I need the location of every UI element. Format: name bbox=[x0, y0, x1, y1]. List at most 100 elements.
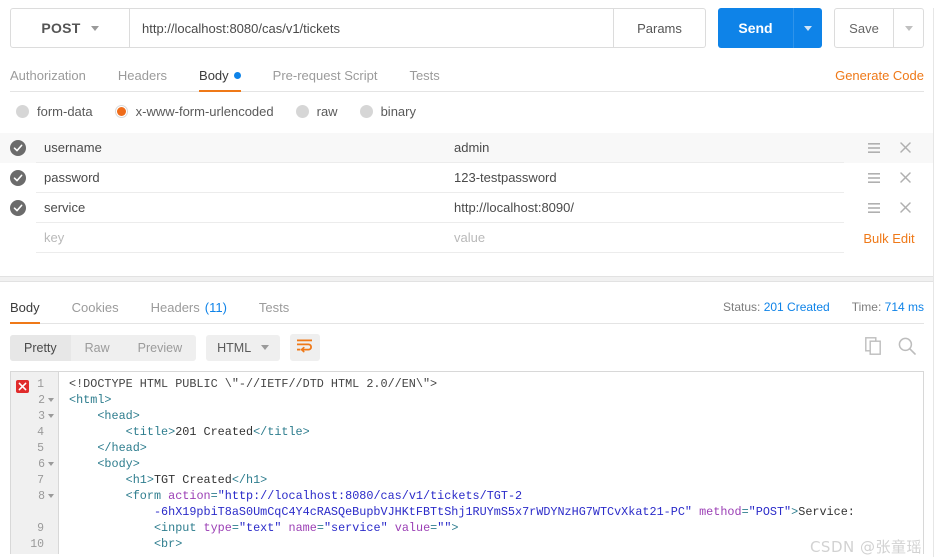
row-enabled-checkbox[interactable] bbox=[0, 200, 36, 216]
line-number: 8 bbox=[38, 489, 45, 503]
table-row: username admin bbox=[0, 133, 934, 163]
row-enabled-checkbox[interactable] bbox=[0, 140, 36, 156]
fold-toggle-icon[interactable] bbox=[48, 398, 54, 402]
status-value: 201 Created bbox=[763, 300, 830, 314]
wrap-lines-icon bbox=[297, 339, 313, 356]
tab-label: Headers bbox=[117, 68, 168, 83]
http-method-label: POST bbox=[41, 20, 81, 36]
tab-label: Headers bbox=[150, 300, 200, 315]
code-line: -6hX19pbiT8aS0UmCqC4Y4cRASQeBupbVJHKtFBT… bbox=[153, 505, 855, 519]
chevron-down-icon bbox=[261, 345, 270, 350]
save-options-button[interactable] bbox=[894, 8, 924, 48]
row-value-input[interactable]: http://localhost:8090/ bbox=[446, 193, 844, 223]
row-key-input[interactable]: service bbox=[36, 193, 446, 223]
gutter-line: 9 bbox=[11, 520, 58, 536]
send-button-group: Send bbox=[718, 8, 822, 48]
send-button[interactable]: Send bbox=[718, 8, 793, 48]
response-pane: Body Cookies Headers (11) Tests Status: … bbox=[0, 290, 934, 554]
generate-code-link[interactable]: Generate Code bbox=[835, 68, 924, 91]
tab-tests[interactable]: Tests bbox=[393, 68, 455, 91]
radio-label: raw bbox=[316, 104, 338, 119]
url-bar: POST http://localhost:8080/cas/v1/ticket… bbox=[10, 8, 924, 48]
response-tab-tests[interactable]: Tests bbox=[243, 300, 305, 323]
tab-pre-request-script[interactable]: Pre-request Script bbox=[257, 68, 394, 91]
tab-headers[interactable]: Headers bbox=[102, 68, 183, 91]
radio-selected-icon bbox=[114, 105, 128, 118]
response-tab-body[interactable]: Body bbox=[10, 300, 56, 324]
time-value: 714 ms bbox=[884, 300, 924, 314]
code-content[interactable]: <!DOCTYPE HTML PUBLIC \"-//IETF//DTD HTM… bbox=[59, 372, 923, 554]
language-selector[interactable]: HTML bbox=[206, 334, 281, 361]
status-label: Status: bbox=[722, 300, 761, 314]
close-icon[interactable] bbox=[899, 201, 911, 216]
bulk-edit-link[interactable]: Bulk Edit bbox=[844, 231, 934, 246]
radio-binary[interactable]: binary bbox=[359, 104, 416, 119]
close-icon[interactable] bbox=[899, 171, 911, 186]
gutter-line: 6 bbox=[11, 456, 58, 472]
table-row-empty: key value Bulk Edit bbox=[0, 223, 934, 253]
code-line: </head> bbox=[97, 441, 147, 455]
headers-count: (11) bbox=[204, 300, 227, 315]
radio-form-data[interactable]: form-data bbox=[16, 104, 93, 119]
row-value-input[interactable]: 123-testpassword bbox=[446, 163, 844, 193]
code-line: <!DOCTYPE HTML PUBLIC \"-//IETF//DTD HTM… bbox=[69, 377, 438, 391]
send-options-button[interactable] bbox=[793, 8, 822, 48]
tab-body[interactable]: Body bbox=[183, 68, 257, 92]
line-number: 6 bbox=[38, 457, 45, 471]
fold-toggle-icon[interactable] bbox=[48, 462, 54, 466]
code-line: <input type="text" name="service" value=… bbox=[153, 521, 459, 535]
gutter-line: 5 bbox=[11, 440, 58, 456]
row-actions bbox=[844, 141, 934, 156]
line-number: 9 bbox=[37, 521, 44, 535]
tab-label: Pre-request Script bbox=[272, 68, 378, 83]
radio-icon bbox=[359, 105, 373, 118]
code-line: <html> bbox=[69, 393, 112, 407]
save-button[interactable]: Save bbox=[834, 8, 894, 48]
view-mode-pretty[interactable]: Pretty bbox=[10, 334, 71, 361]
response-meta: Status: 201 Created Time: 714 ms bbox=[723, 300, 924, 323]
postman-window: POST http://localhost:8080/cas/v1/ticket… bbox=[0, 8, 934, 557]
code-line: <head> bbox=[97, 409, 140, 423]
pane-divider[interactable] bbox=[0, 276, 934, 282]
tab-authorization[interactable]: Authorization bbox=[10, 68, 102, 91]
close-icon[interactable] bbox=[899, 141, 911, 156]
gutter-line: 2 bbox=[11, 392, 58, 408]
code-line: <body> bbox=[97, 457, 140, 471]
body-type-radio-group: form-data x-www-form-urlencoded raw bina… bbox=[0, 92, 934, 119]
response-tab-cookies[interactable]: Cookies bbox=[56, 300, 135, 323]
gutter-line: 7 bbox=[11, 472, 58, 488]
gutter-line: 11 bbox=[11, 552, 58, 555]
line-number: 7 bbox=[37, 473, 44, 487]
row-value-input[interactable]: admin bbox=[446, 133, 844, 163]
radio-x-www-form-urlencoded[interactable]: x-www-form-urlencoded bbox=[114, 104, 274, 119]
tab-label: Authorization bbox=[10, 68, 86, 83]
row-enabled-checkbox[interactable] bbox=[0, 170, 36, 186]
wrap-lines-button[interactable] bbox=[290, 334, 321, 361]
check-icon bbox=[10, 140, 26, 156]
url-input[interactable]: http://localhost:8080/cas/v1/tickets bbox=[130, 8, 614, 48]
new-row-key-input[interactable]: key bbox=[36, 223, 446, 253]
response-toolbar-actions bbox=[865, 337, 924, 358]
fold-toggle-icon[interactable] bbox=[48, 494, 54, 498]
list-menu-icon[interactable] bbox=[867, 141, 880, 156]
http-method-selector[interactable]: POST bbox=[10, 8, 130, 48]
fold-toggle-icon[interactable] bbox=[48, 414, 54, 418]
view-mode-raw[interactable]: Raw bbox=[71, 335, 124, 361]
radio-raw[interactable]: raw bbox=[295, 104, 338, 119]
search-icon[interactable] bbox=[898, 337, 916, 358]
response-code-viewer[interactable]: 1 2 3 4 5 6 7 8 9 10 <!DOCTYPE HTML PUBL… bbox=[10, 371, 924, 554]
response-tab-headers[interactable]: Headers (11) bbox=[135, 300, 243, 323]
line-number: 1 bbox=[37, 377, 44, 391]
list-menu-icon[interactable] bbox=[867, 201, 880, 216]
params-button[interactable]: Params bbox=[614, 8, 706, 48]
gutter-line: 3 bbox=[11, 408, 58, 424]
code-line: <h1>TGT Created</h1> bbox=[125, 473, 268, 487]
list-menu-icon[interactable] bbox=[867, 171, 880, 186]
tab-label: Body bbox=[199, 68, 229, 83]
view-mode-preview[interactable]: Preview bbox=[124, 335, 196, 361]
copy-icon[interactable] bbox=[865, 337, 882, 358]
tab-label: Cookies bbox=[71, 300, 119, 315]
row-key-input[interactable]: username bbox=[36, 133, 446, 163]
row-key-input[interactable]: password bbox=[36, 163, 446, 193]
new-row-value-input[interactable]: value bbox=[446, 223, 844, 253]
